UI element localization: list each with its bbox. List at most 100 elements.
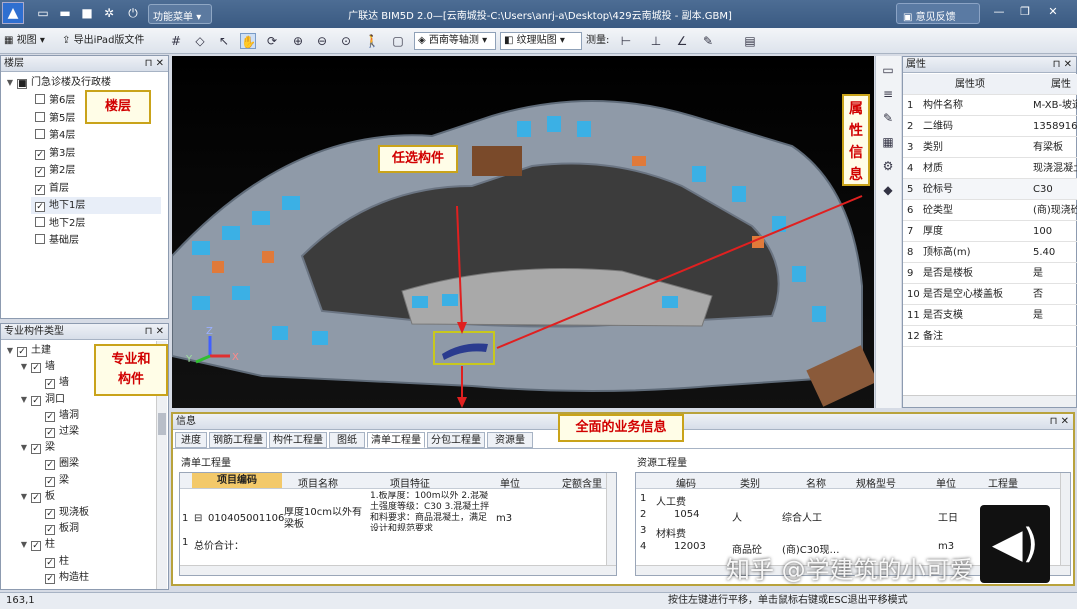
info-tab[interactable]: 构件工程量 xyxy=(269,432,327,448)
property-value[interactable]: C30 xyxy=(1033,179,1077,200)
property-value[interactable]: (商)现浇砼 xyxy=(1033,200,1077,221)
floor-checkbox[interactable]: ✓ xyxy=(35,184,45,195)
component-tree-item[interactable]: ▼ ✓ 土建 xyxy=(5,342,51,359)
bill-column-header[interactable]: 单位 xyxy=(500,475,520,490)
floor-item[interactable]: 基础层 xyxy=(35,232,79,249)
component-tree-item[interactable]: ✓ 板洞 xyxy=(33,520,79,537)
component-checkbox[interactable]: ✓ xyxy=(17,347,27,357)
save-icon[interactable]: ■ xyxy=(80,6,94,20)
floor-checkbox[interactable]: ✓ xyxy=(35,167,45,177)
property-value[interactable]: 100 xyxy=(1033,221,1077,242)
info-tab[interactable]: 图纸 xyxy=(329,432,365,448)
minimize-button[interactable]: — xyxy=(990,5,1008,21)
bill-column-header[interactable]: 项目名称 xyxy=(298,475,338,490)
property-value[interactable]: 5.40 xyxy=(1033,242,1077,263)
settings-gear-icon[interactable]: ✲ xyxy=(102,6,116,20)
property-value[interactable]: 否 xyxy=(1033,284,1077,305)
component-tree-item[interactable]: ✓ 现浇板 xyxy=(33,504,89,521)
close-button[interactable]: ✕ xyxy=(1044,5,1062,21)
floor-item[interactable]: ✓ 第3层 xyxy=(35,145,75,162)
property-row[interactable]: 6 砼类型 (商)现浇砼 xyxy=(903,200,1077,221)
panel-pin-icon[interactable]: ⊓ ✕ xyxy=(145,56,164,71)
property-row[interactable]: 5 砼标号 C30 xyxy=(903,179,1077,200)
floor-checkbox[interactable] xyxy=(35,94,45,104)
eraser-icon[interactable]: ◇ xyxy=(192,33,208,49)
texture-mode-select[interactable]: ◧ 纹理贴图 ▾ xyxy=(500,32,582,50)
function-menu-dropdown[interactable]: 功能菜单 ▾ xyxy=(148,4,212,24)
panel-pin-icon[interactable]: ⊓ ✕ xyxy=(1050,414,1069,429)
export-ipad-button[interactable]: ⇪ 导出iPad版文件 xyxy=(62,32,144,50)
collapse-icon[interactable]: ▼ xyxy=(19,358,29,375)
info-tab[interactable]: 清单工程量 xyxy=(367,432,425,448)
component-checkbox[interactable]: ✓ xyxy=(31,363,41,374)
component-tree-item[interactable]: ✓ 构造柱 xyxy=(33,569,89,586)
layout-icon[interactable]: ▤ xyxy=(742,33,758,49)
component-checkbox[interactable]: ✓ xyxy=(31,541,41,552)
property-value[interactable]: M-XB-坡道 xyxy=(1033,95,1077,116)
bill-vscrollbar[interactable] xyxy=(606,473,616,565)
feedback-button[interactable]: ▣ 意见反馈 xyxy=(896,3,980,24)
resource-column-header[interactable]: 工程量 xyxy=(988,475,1018,490)
bill-column-header[interactable]: 定额含里 xyxy=(562,475,602,490)
select-pointer-icon[interactable]: ↖ xyxy=(216,33,232,49)
component-tree-item[interactable]: ▼ ✓ 梁 xyxy=(19,439,55,456)
component-tree-item[interactable]: ▼ ✓ 板 xyxy=(19,488,55,505)
doc-icon[interactable]: ▭ xyxy=(880,62,896,78)
zoom-out-icon[interactable]: ⊖ xyxy=(314,33,330,49)
component-checkbox[interactable]: ✓ xyxy=(31,444,41,455)
floor-item[interactable]: ✓ 首层 xyxy=(35,180,69,197)
panel-pin-icon[interactable]: ⊓ ✕ xyxy=(1053,57,1072,72)
component-tree-item[interactable]: ✓ 圈梁 xyxy=(33,455,79,472)
resource-column-header[interactable]: 类别 xyxy=(740,475,760,490)
property-value[interactable]: 是 xyxy=(1033,263,1077,284)
pan-hand-icon[interactable]: ✋ xyxy=(240,33,256,49)
bill-item-name[interactable]: 厚度10cm以外有梁板 xyxy=(284,507,368,531)
floor-item[interactable]: 第5层 xyxy=(35,110,75,127)
view-direction-select[interactable]: ◈ 西南等轴测 ▾ xyxy=(414,32,496,50)
component-tree-item[interactable]: ▼ ✓ 墙 xyxy=(19,358,55,375)
restore-button[interactable]: ❐ xyxy=(1016,5,1034,21)
property-row[interactable]: 8 顶标高(m) 5.40 xyxy=(903,242,1077,263)
component-tree-item[interactable]: ✓ 墙洞 xyxy=(33,407,79,424)
component-tree-item[interactable]: ✓ 梁 xyxy=(33,472,69,489)
zoom-fit-icon[interactable]: ⊙ xyxy=(338,33,354,49)
floor-checkbox[interactable] xyxy=(35,234,45,244)
properties-hscrollbar[interactable] xyxy=(903,395,1076,407)
power-icon[interactable]: ⏻ xyxy=(126,6,140,20)
component-checkbox[interactable]: ✓ xyxy=(31,492,41,503)
floor-item[interactable]: 地下2层 xyxy=(35,215,85,232)
component-tree-item[interactable]: ▼ ✓ 柱 xyxy=(19,536,55,553)
view-menu-button[interactable]: ▦ 视图 ▾ xyxy=(4,32,45,50)
bill-grid[interactable]: 项目编码 项目名称 项目特征 单位 定额含里 1 ⊟ 010405001106 厚度10… xyxy=(179,472,617,576)
app-logo-icon[interactable]: ▲ xyxy=(2,2,24,24)
filter-icon[interactable]: ⚙ xyxy=(880,158,896,174)
property-row[interactable]: 3 类别 有梁板 xyxy=(903,137,1077,158)
edit-pen-icon[interactable]: ✎ xyxy=(700,33,716,49)
expand-minus-icon[interactable]: ⊟ xyxy=(194,513,202,524)
property-value[interactable]: 13589160 xyxy=(1033,116,1077,137)
component-tree-item[interactable]: ✓ 墙 xyxy=(33,374,69,391)
component-checkbox[interactable]: ✓ xyxy=(45,525,55,536)
grid-icon[interactable]: # xyxy=(168,33,184,49)
info-tab[interactable]: 资源量 xyxy=(487,432,533,448)
property-row[interactable]: 1 构件名称 M-XB-坡道 xyxy=(903,95,1077,116)
property-row[interactable]: 9 是否是楼板 是 xyxy=(903,263,1077,284)
property-row[interactable]: 10 是否是空心楼盖板 否 xyxy=(903,284,1077,305)
tag-icon[interactable]: ◆ xyxy=(880,182,896,198)
floor-tree-root[interactable]: ▼ ■ 门急诊楼及行政楼 xyxy=(5,74,111,91)
property-row[interactable]: 4 材质 现浇混凝土 xyxy=(903,158,1077,179)
floor-checkbox[interactable]: ✓ xyxy=(35,202,45,212)
rotate-icon[interactable]: ⟳ xyxy=(264,33,280,49)
component-tree-item[interactable]: ▼ ✓ 洞口 xyxy=(19,391,65,408)
floor-checkbox[interactable] xyxy=(35,111,45,122)
building-model-render[interactable]: Z Y X xyxy=(172,56,874,408)
bill-column-header[interactable]: 项目特征 xyxy=(390,475,430,490)
cube-icon[interactable]: ▢ xyxy=(390,33,406,49)
resource-column-header[interactable]: 单位 xyxy=(936,475,956,490)
floor-item[interactable]: ✓ 地下1层 xyxy=(31,197,161,214)
info-tab[interactable]: 钢筋工程量 xyxy=(209,432,267,448)
measure-distance-icon[interactable]: ⊢ xyxy=(618,33,634,49)
bill-item-feature[interactable]: 1.板厚度：100m以外 2.混凝土强度等级：C30 3.混凝土拌和料要求：商品… xyxy=(370,491,492,531)
component-tree-item[interactable]: ✓ 柱 xyxy=(33,553,69,570)
property-row[interactable]: 2 二维码 13589160 xyxy=(903,116,1077,137)
